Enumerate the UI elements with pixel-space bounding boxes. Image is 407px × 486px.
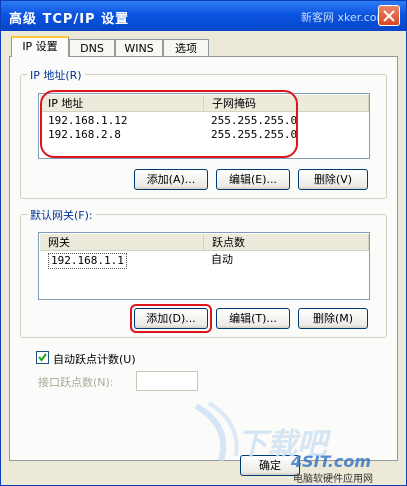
watermark-logo: 4SIT.com [291,452,372,471]
tab-options[interactable]: 选项 [163,39,209,56]
gateway-row-1-metric[interactable]: 自动 [211,253,233,267]
column-header-gateway[interactable]: 网关 [40,234,204,251]
auto-metric-label[interactable]: 自动跃点计数(U) [53,351,136,367]
interface-metric-label: 接口跃点数(N): [38,376,114,389]
checkmark-icon [38,353,47,362]
ip-add-button[interactable]: 添加(A)... [134,169,208,190]
ip-address-group-label: IP 地址(R) [27,67,85,83]
ip-delete-button[interactable]: 删除(V) [298,169,368,190]
gateway-edit-button[interactable]: 编辑(T)... [216,308,290,329]
close-icon [383,10,395,22]
tab-dns[interactable]: DNS [69,39,115,56]
watermark-text: 新客网 xker.com [301,11,388,24]
gateway-delete-button[interactable]: 删除(M) [298,308,368,329]
tab-wins[interactable]: WINS [115,39,163,56]
watermark-swoosh-icon [194,401,239,462]
watermark-subtitle: 电脑软硬件应用网 [293,474,373,485]
close-button[interactable] [378,5,400,26]
highlight-ring-add-button [130,304,212,333]
tab-ip-settings[interactable]: IP 设置 [11,36,69,57]
gateway-row-1-gateway[interactable]: 192.168.1.1 [48,253,127,269]
title-bar[interactable]: 高级 TCP/IP 设置 新客网 xker.com [1,1,406,31]
auto-metric-checkbox[interactable] [36,351,49,364]
dialog-title: 高级 TCP/IP 设置 [9,12,130,27]
highlight-ring-ip-list [40,90,298,158]
gateway-list[interactable]: 网关 跃点数 192.168.1.1 自动 [38,232,370,300]
column-header-metric[interactable]: 跃点数 [204,234,369,251]
interface-metric-input[interactable] [136,371,198,391]
ip-edit-button[interactable]: 编辑(E)... [216,169,290,190]
gateway-group-label: 默认网关(F): [27,207,96,223]
advanced-tcpip-dialog: 高级 TCP/IP 设置 新客网 xker.com IP 设置 DNS WINS… [0,0,407,486]
